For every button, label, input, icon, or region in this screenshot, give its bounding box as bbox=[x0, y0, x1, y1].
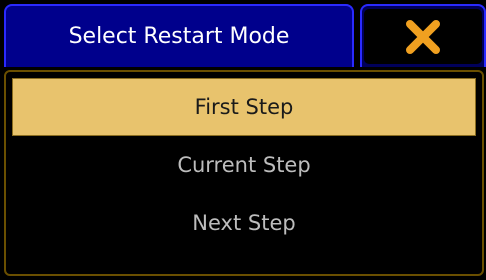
option-first-step[interactable]: First Step bbox=[12, 78, 476, 136]
option-next-step[interactable]: Next Step bbox=[12, 194, 476, 252]
close-x-icon bbox=[406, 19, 440, 54]
option-label: Current Step bbox=[177, 153, 311, 177]
option-list: First Step Current Step Next Step bbox=[4, 70, 484, 276]
dialog-title-text: Select Restart Mode bbox=[68, 24, 290, 49]
close-button[interactable] bbox=[360, 4, 486, 67]
dialog-title: Select Restart Mode bbox=[4, 4, 354, 67]
option-label: Next Step bbox=[192, 211, 296, 235]
option-label: First Step bbox=[194, 95, 294, 119]
close-button-face[interactable] bbox=[364, 9, 482, 64]
option-current-step[interactable]: Current Step bbox=[12, 136, 476, 194]
restart-mode-dialog: Select Restart Mode First Step Current S… bbox=[0, 0, 486, 280]
